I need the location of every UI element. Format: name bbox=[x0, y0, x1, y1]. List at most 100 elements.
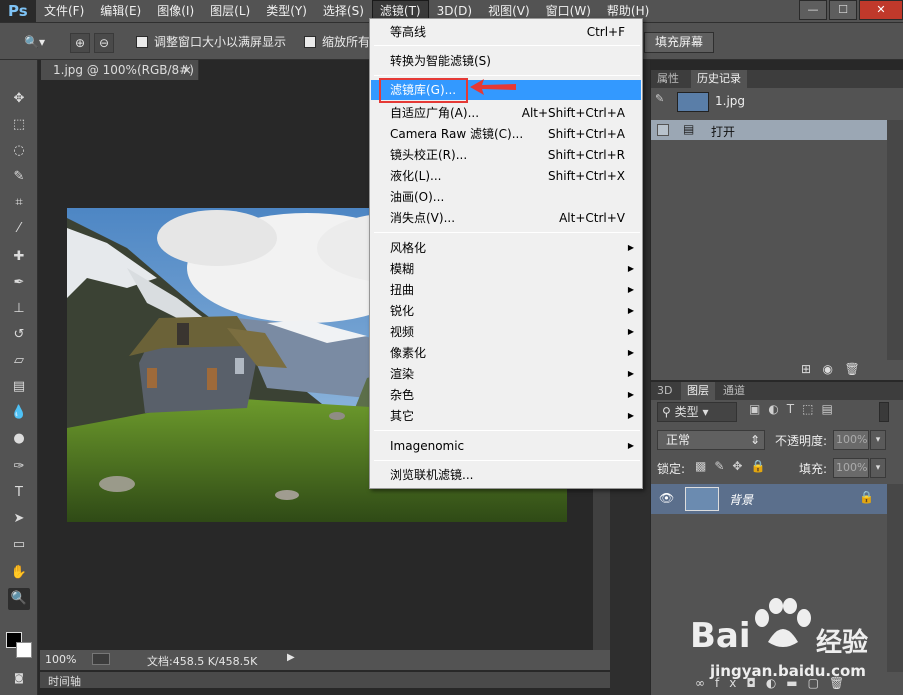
submenu-arrow-icon: ▶ bbox=[627, 348, 634, 357]
dodge-tool-icon[interactable]: ● bbox=[8, 428, 30, 450]
restore-button[interactable]: ☐ bbox=[829, 0, 857, 20]
menu-file[interactable]: 文件(F) bbox=[36, 0, 92, 22]
layer-filter-toggle[interactable] bbox=[879, 402, 889, 422]
snapshot-label[interactable]: 1.jpg bbox=[715, 94, 745, 108]
layer-visibility-eye-icon[interactable]: 👁 bbox=[659, 491, 674, 505]
history-state-row[interactable]: ▤ 打开 bbox=[651, 120, 887, 140]
menu-item-blur[interactable]: 模糊 ▶ bbox=[371, 259, 641, 279]
opacity-dropdown-icon[interactable]: ▾ bbox=[870, 430, 886, 450]
filter-search-icon: ⚲ bbox=[662, 405, 671, 419]
submenu-arrow-icon: ▶ bbox=[627, 285, 634, 294]
zoom-in-icon[interactable]: ⊕ bbox=[70, 33, 90, 53]
menu-layer[interactable]: 图层(L) bbox=[202, 0, 258, 22]
menu-item-lens-correction[interactable]: 镜头校正(R)... Shift+Ctrl+R bbox=[371, 145, 641, 165]
menu-item-adaptive-wide-angle[interactable]: 自适应广角(A)... Alt+Shift+Ctrl+A bbox=[371, 103, 641, 123]
menu-image[interactable]: 图像(I) bbox=[149, 0, 202, 22]
tab-channels[interactable]: 通道 bbox=[717, 382, 751, 400]
menu-item-pixelate[interactable]: 像素化 ▶ bbox=[371, 343, 641, 363]
menu-item-render[interactable]: 渲染 ▶ bbox=[371, 364, 641, 384]
gradient-tool-icon[interactable]: ▤ bbox=[8, 376, 30, 398]
document-tab[interactable]: 1.jpg @ 100%(RGB/8#) × bbox=[41, 60, 199, 80]
layer-name[interactable]: 背景 bbox=[729, 491, 753, 508]
new-document-from-state-icon[interactable]: ⊞ bbox=[801, 362, 811, 376]
minimize-button[interactable]: — bbox=[799, 0, 827, 20]
menu-separator bbox=[374, 430, 640, 431]
menu-item-imagenomic[interactable]: Imagenomic ▶ bbox=[371, 436, 641, 456]
menu-item-label: 模糊 bbox=[390, 262, 415, 276]
new-snapshot-icon[interactable]: ◉ bbox=[823, 362, 833, 376]
menu-item-distort[interactable]: 扭曲 ▶ bbox=[371, 280, 641, 300]
menu-item-camera-raw[interactable]: Camera Raw 滤镜(C)... Shift+Ctrl+A bbox=[371, 124, 641, 144]
menu-item-other[interactable]: 其它 ▶ bbox=[371, 406, 641, 426]
eyedropper-tool-icon[interactable]: ⁄ bbox=[8, 218, 30, 240]
layer-thumbnail bbox=[685, 487, 719, 511]
layer-filter-icons[interactable]: ▣◐T⬚▤ bbox=[749, 402, 841, 416]
menu-item-sharpen[interactable]: 锐化 ▶ bbox=[371, 301, 641, 321]
menu-item-vanishing-point[interactable]: 消失点(V)... Alt+Ctrl+V bbox=[371, 208, 641, 228]
menu-item-shortcut: Alt+Ctrl+V bbox=[559, 211, 625, 225]
tab-3d[interactable]: 3D bbox=[651, 382, 678, 400]
menu-item-label: 消失点(V)... bbox=[390, 211, 456, 225]
menu-item-noise[interactable]: 杂色 ▶ bbox=[371, 385, 641, 405]
opacity-input[interactable]: 100% bbox=[833, 430, 869, 450]
lock-icons[interactable]: ▩✎✥🔒 bbox=[695, 459, 773, 473]
lasso-tool-icon[interactable]: ◌ bbox=[8, 140, 30, 162]
menu-select[interactable]: 选择(S) bbox=[315, 0, 372, 22]
marquee-tool-icon[interactable]: ⬚ bbox=[8, 114, 30, 136]
menu-item-convert-smart-filter[interactable]: 转换为智能滤镜(S) bbox=[371, 51, 641, 71]
tab-history[interactable]: 历史记录 bbox=[691, 70, 747, 88]
menu-item-label: 自适应广角(A)... bbox=[390, 106, 480, 120]
menu-item-liquify[interactable]: 液化(L)... Shift+Ctrl+X bbox=[371, 166, 641, 186]
blur-tool-icon[interactable]: 💧 bbox=[8, 402, 30, 424]
zoom-tool-icon[interactable]: 🔍 bbox=[8, 588, 30, 610]
close-button[interactable]: ✕ bbox=[859, 0, 903, 20]
menu-edit[interactable]: 编辑(E) bbox=[92, 0, 149, 22]
quick-mask-icon[interactable]: ◙ bbox=[8, 668, 30, 690]
history-brush-source-icon[interactable]: ✎ bbox=[655, 92, 669, 106]
status-menu-arrow-icon[interactable]: ▶ bbox=[287, 652, 295, 663]
layers-tab-strip: 3D 图层 通道 bbox=[651, 382, 903, 400]
layer-filter-select[interactable]: ⚲ 类型 ▾ bbox=[657, 402, 737, 422]
menu-item-label: Camera Raw 滤镜(C)... bbox=[390, 127, 524, 141]
move-tool-icon[interactable]: ✥ bbox=[8, 88, 30, 110]
layer-row[interactable]: 👁 背景 🔒 bbox=[651, 484, 887, 514]
zoom-out-icon[interactable]: ⊖ bbox=[94, 33, 114, 53]
delete-state-icon[interactable]: 🗑 bbox=[844, 362, 859, 376]
background-color-swatch[interactable] bbox=[16, 642, 32, 658]
timeline-panel-tab[interactable]: 时间轴 bbox=[40, 672, 610, 688]
fill-dropdown-icon[interactable]: ▾ bbox=[870, 458, 886, 478]
menu-item-oil-paint[interactable]: 油画(O)... bbox=[371, 187, 641, 207]
path-select-tool-icon[interactable]: ➤ bbox=[8, 508, 30, 530]
brush-tool-icon[interactable]: ✒ bbox=[8, 272, 30, 294]
history-brush-tool-icon[interactable]: ↺ bbox=[8, 324, 30, 346]
menu-item-contour[interactable]: 等高线 Ctrl+F bbox=[371, 22, 641, 42]
resize-windows-checkbox[interactable] bbox=[136, 36, 148, 48]
zoom-level[interactable]: 100% bbox=[45, 653, 76, 666]
rectangle-tool-icon[interactable]: ▭ bbox=[8, 534, 30, 556]
blend-mode-select[interactable]: 正常 ⇕ bbox=[657, 430, 765, 450]
type-tool-icon[interactable]: T bbox=[8, 482, 30, 504]
pen-tool-icon[interactable]: ✑ bbox=[8, 456, 30, 478]
menu-type[interactable]: 类型(Y) bbox=[258, 0, 315, 22]
tab-properties[interactable]: 属性 bbox=[651, 70, 685, 88]
history-tab-strip: 属性 历史记录 bbox=[651, 70, 903, 88]
menu-item-stylize[interactable]: 风格化 ▶ bbox=[371, 238, 641, 258]
menu-item-video[interactable]: 视频 ▶ bbox=[371, 322, 641, 342]
healing-brush-tool-icon[interactable]: ✚ bbox=[8, 246, 30, 268]
fill-input[interactable]: 100% bbox=[833, 458, 869, 478]
history-scrollbar[interactable] bbox=[887, 120, 903, 360]
eraser-tool-icon[interactable]: ▱ bbox=[8, 350, 30, 372]
close-tab-icon[interactable]: × bbox=[182, 60, 192, 80]
zoom-all-checkbox[interactable] bbox=[304, 36, 316, 48]
quick-select-tool-icon[interactable]: ✎ bbox=[8, 166, 30, 188]
zoom-tool-icon[interactable]: 🔍▾ bbox=[24, 32, 45, 52]
hand-tool-icon[interactable]: ✋ bbox=[8, 562, 30, 584]
tab-layers[interactable]: 图层 bbox=[681, 382, 715, 400]
fill-screen-button[interactable]: 填充屏幕 bbox=[644, 32, 715, 53]
submenu-arrow-icon: ▶ bbox=[627, 243, 634, 252]
clone-stamp-tool-icon[interactable]: ⊥ bbox=[8, 298, 30, 320]
history-state-label: 打开 bbox=[711, 125, 736, 139]
crop-tool-icon[interactable]: ⌗ bbox=[8, 192, 30, 214]
history-state-checkbox[interactable] bbox=[657, 124, 669, 136]
menu-item-browse-filters-online[interactable]: 浏览联机滤镜... bbox=[371, 465, 641, 485]
